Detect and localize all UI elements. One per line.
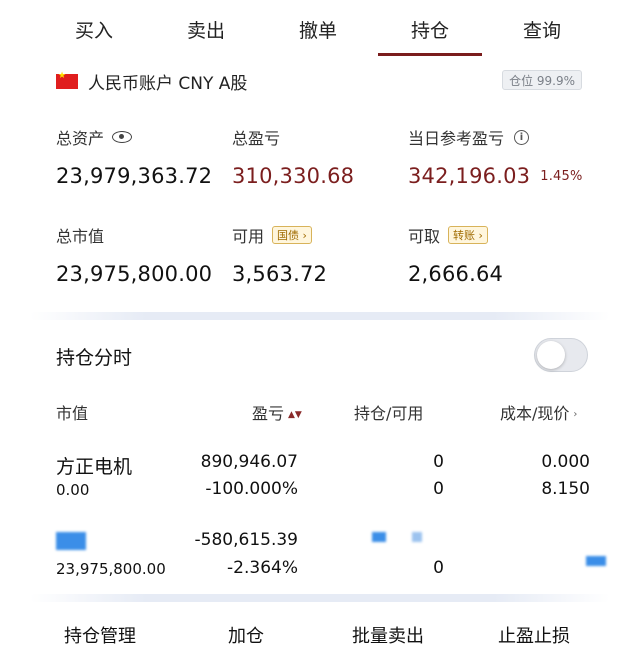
tab-bar: 买入 卖出 撤单 持仓 查询 — [0, 0, 640, 58]
section-divider — [30, 594, 610, 602]
info-icon[interactable]: i — [514, 129, 530, 145]
daily-pnl: 当日参考盈亏 i 342,196.03 1.45% — [408, 126, 583, 188]
china-flag-icon — [56, 71, 78, 89]
row-pnl: 890,946.07 — [200, 452, 298, 472]
row-market-value: 23,975,800.00 — [56, 560, 166, 578]
withdrawable-funds: 可取 转账 › 2,666.64 — [408, 224, 503, 286]
row-market-value: 0.00 — [56, 481, 90, 499]
tab-sell[interactable]: 卖出 — [150, 0, 262, 58]
account-selector[interactable]: 人民币账户 CNY A股 — [56, 68, 247, 94]
stock-name: 方正电机 — [56, 456, 133, 478]
row-price: 8.150 — [541, 479, 590, 499]
withdrawable-value: 2,666.64 — [408, 262, 504, 286]
stop-profit-loss-button[interactable]: 止盈止损 — [498, 622, 570, 648]
available-funds: 可用 国债 › 3,563.72 — [232, 224, 327, 286]
add-position-button[interactable]: 加仓 — [228, 622, 264, 648]
col-pnl[interactable]: 盈亏 ▲▼ — [252, 400, 302, 424]
available-value: 3,563.72 — [232, 262, 328, 286]
tab-buy[interactable]: 买入 — [38, 0, 150, 58]
tab-positions[interactable]: 持仓 — [374, 0, 486, 58]
chevron-right-icon[interactable]: › — [573, 409, 577, 420]
total-assets-value: 23,979,363.72 — [56, 164, 213, 188]
total-pnl-value: 310,330.68 — [232, 164, 355, 188]
redacted-holding — [372, 532, 386, 542]
positions-title: 持仓分时 — [56, 347, 133, 369]
account-label: 人民币账户 CNY A股 — [88, 73, 248, 94]
total-assets-label: 总资产 — [56, 129, 105, 148]
row-holding: 0 — [433, 452, 444, 472]
row-available: 0 — [433, 479, 444, 499]
col-cost-label: 成本/现价 — [500, 404, 570, 423]
total-pnl-label: 总盈亏 — [232, 129, 281, 148]
position-management-button[interactable]: 持仓管理 — [64, 622, 136, 648]
row-pnl-percent: -2.364% — [227, 558, 298, 578]
col-pnl-label: 盈亏 — [252, 404, 285, 423]
col-market-value: 市值 — [56, 404, 89, 423]
col-holding: 持仓/可用 — [354, 404, 424, 423]
available-label: 可用 — [232, 227, 265, 246]
toggle-knob — [537, 341, 565, 369]
col-cost[interactable]: 成本/现价 › — [500, 400, 577, 424]
row-pnl-percent: -100.000% — [205, 479, 298, 499]
tab-query[interactable]: 查询 — [486, 0, 598, 58]
tab-cancel[interactable]: 撤单 — [262, 0, 374, 58]
positions-timeshare-toggle[interactable] — [534, 338, 588, 372]
daily-pnl-value: 342,196.03 — [408, 164, 531, 188]
market-value: 总市值 23,975,800.00 — [56, 224, 212, 286]
redacted-price — [586, 556, 606, 566]
action-bar: 持仓管理 加仓 批量卖出 止盈止损 — [0, 622, 640, 658]
section-divider — [30, 312, 610, 320]
transfer-tag[interactable]: 转账 › — [448, 226, 488, 244]
daily-pnl-label: 当日参考盈亏 — [408, 129, 505, 148]
row-cost: 0.000 — [541, 452, 590, 472]
redacted-holding — [412, 532, 422, 542]
row-available: 0 — [433, 558, 444, 578]
eye-icon[interactable] — [112, 131, 133, 143]
treasury-bond-tag[interactable]: 国债 › — [272, 226, 312, 244]
market-value-label: 总市值 — [56, 227, 105, 246]
daily-pnl-percent: 1.45% — [540, 169, 583, 184]
position-ratio-badge: 仓位 99.9% — [502, 70, 582, 90]
market-value-value: 23,975,800.00 — [56, 262, 213, 286]
sort-icon[interactable]: ▲▼ — [288, 410, 302, 420]
total-assets: 总资产 23,979,363.72 — [56, 126, 212, 188]
withdrawable-label: 可取 — [408, 227, 441, 246]
redacted-stock-name — [56, 532, 86, 550]
total-pnl: 总盈亏 310,330.68 — [232, 126, 354, 188]
batch-sell-button[interactable]: 批量卖出 — [352, 622, 424, 648]
row-pnl: -580,615.39 — [194, 530, 298, 550]
